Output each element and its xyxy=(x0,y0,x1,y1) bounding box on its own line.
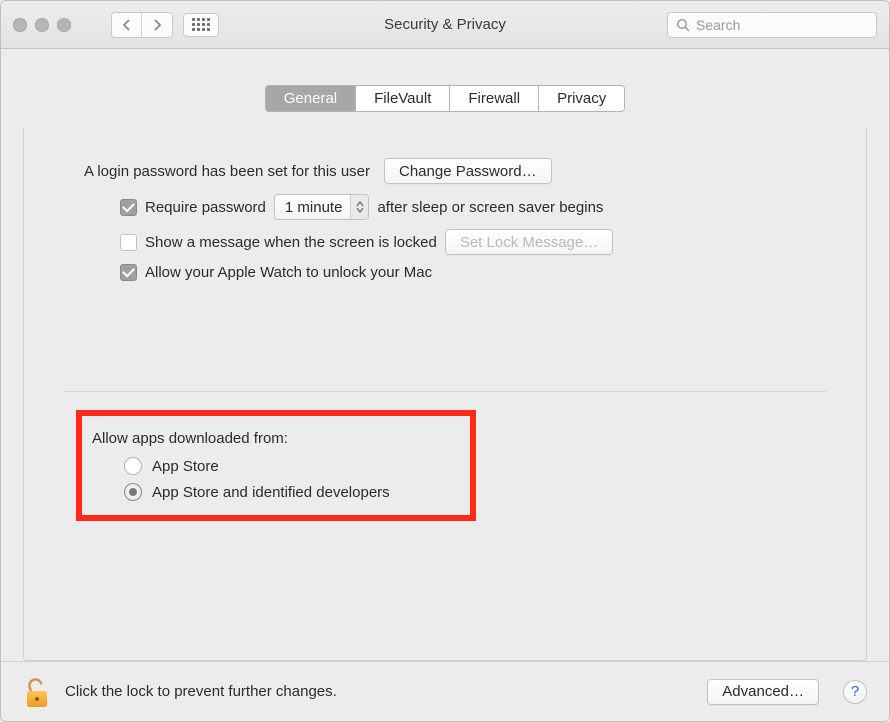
apple-watch-row: Allow your Apple Watch to unlock your Ma… xyxy=(120,264,806,281)
tab-filevault[interactable]: FileVault xyxy=(356,86,450,111)
show-message-label: Show a message when the screen is locked xyxy=(145,234,437,251)
apple-watch-label: Allow your Apple Watch to unlock your Ma… xyxy=(145,264,432,281)
login-options: Require password 1 minute after sleep or… xyxy=(84,194,806,281)
lock-open-icon xyxy=(24,677,50,709)
tab-general[interactable]: General xyxy=(266,86,356,111)
nav-buttons xyxy=(111,12,173,38)
back-button[interactable] xyxy=(112,13,142,37)
radio-app-store[interactable] xyxy=(124,457,142,475)
search-input[interactable]: Search xyxy=(667,12,877,38)
gatekeeper-options: App Store App Store and identified devel… xyxy=(92,457,446,501)
search-placeholder: Search xyxy=(696,17,740,33)
require-password-delay-select[interactable]: 1 minute xyxy=(274,194,370,220)
tabs-container: General FileVault Firewall Privacy xyxy=(1,49,889,112)
stepper-icon xyxy=(350,195,368,219)
require-password-label-after: after sleep or screen saver begins xyxy=(377,199,603,216)
gatekeeper-option-app-store[interactable]: App Store xyxy=(124,457,446,475)
radio-identified-developers[interactable] xyxy=(124,483,142,501)
advanced-button[interactable]: Advanced… xyxy=(707,679,819,705)
forward-button[interactable] xyxy=(142,13,172,37)
general-panel: A login password has been set for this u… xyxy=(23,128,867,661)
radio-identified-label: App Store and identified developers xyxy=(152,484,390,501)
gatekeeper-highlight: Allow apps downloaded from: App Store Ap… xyxy=(76,410,476,521)
tabs: General FileVault Firewall Privacy xyxy=(265,85,626,112)
gatekeeper-heading: Allow apps downloaded from: xyxy=(92,430,446,447)
require-password-label-before: Require password xyxy=(145,199,266,216)
divider xyxy=(64,391,826,392)
login-password-row: A login password has been set for this u… xyxy=(84,158,806,184)
search-icon xyxy=(676,18,690,32)
require-password-delay-value: 1 minute xyxy=(285,199,343,216)
lock-button[interactable] xyxy=(23,675,51,709)
zoom-window-button[interactable] xyxy=(57,18,71,32)
window-title: Security & Privacy xyxy=(384,16,506,33)
require-password-checkbox[interactable] xyxy=(120,199,137,216)
tab-privacy[interactable]: Privacy xyxy=(539,86,624,111)
show-all-button[interactable] xyxy=(183,13,219,37)
show-message-row: Show a message when the screen is locked… xyxy=(120,229,806,255)
change-password-button[interactable]: Change Password… xyxy=(384,158,552,184)
grid-icon xyxy=(192,18,210,31)
preferences-window: Security & Privacy Search General FileVa… xyxy=(0,0,890,722)
content-area: General FileVault Firewall Privacy A log… xyxy=(1,49,889,721)
tab-firewall[interactable]: Firewall xyxy=(450,86,539,111)
footer: Click the lock to prevent further change… xyxy=(1,661,889,721)
window-controls xyxy=(13,18,71,32)
radio-app-store-label: App Store xyxy=(152,458,219,475)
login-status-text: A login password has been set for this u… xyxy=(84,163,370,180)
apple-watch-checkbox[interactable] xyxy=(120,264,137,281)
titlebar: Security & Privacy Search xyxy=(1,1,889,49)
gatekeeper-option-identified[interactable]: App Store and identified developers xyxy=(124,483,446,501)
set-lock-message-button: Set Lock Message… xyxy=(445,229,613,255)
close-window-button[interactable] xyxy=(13,18,27,32)
minimize-window-button[interactable] xyxy=(35,18,49,32)
help-button[interactable]: ? xyxy=(843,680,867,704)
show-message-checkbox[interactable] xyxy=(120,234,137,251)
lock-hint-text: Click the lock to prevent further change… xyxy=(65,683,337,700)
require-password-row: Require password 1 minute after sleep or… xyxy=(120,194,806,220)
